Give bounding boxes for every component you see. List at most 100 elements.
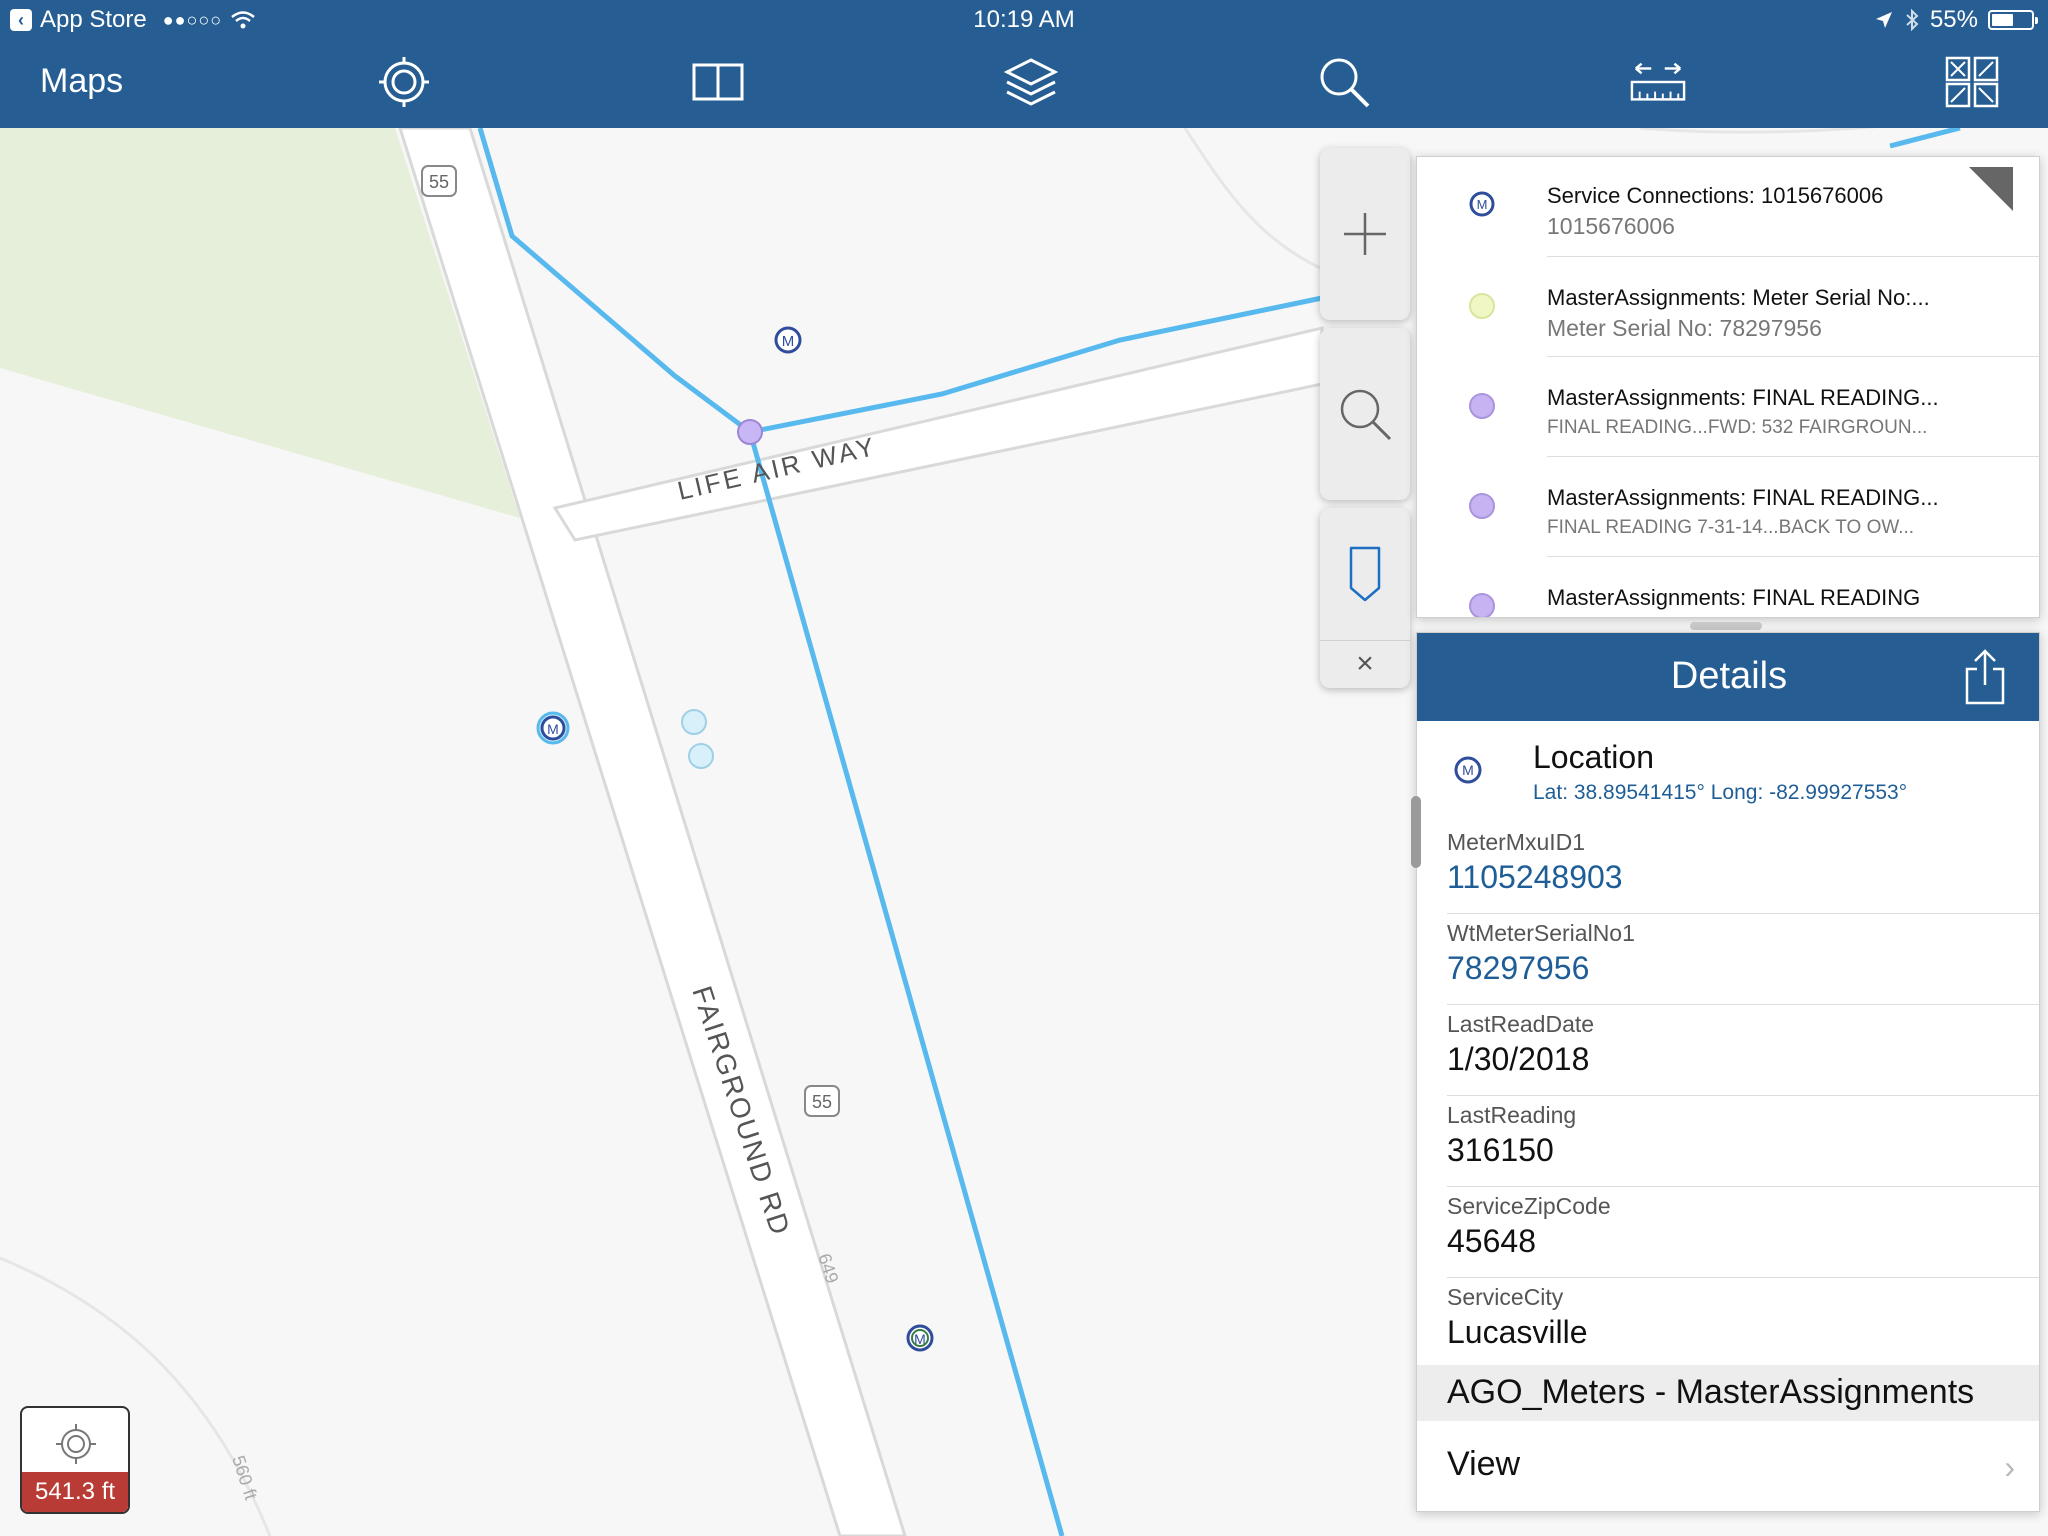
bookmark-book-icon[interactable] <box>690 54 746 110</box>
location-title: Location <box>1533 739 1654 775</box>
meter-icon: M <box>1454 756 1482 784</box>
search-icon[interactable] <box>1316 54 1372 110</box>
assignment-point <box>737 419 763 445</box>
attribute-field: WtMeterSerialNo1 78297956 <box>1417 914 2039 1005</box>
details-title: Details <box>1670 655 1788 697</box>
attribute-field: LastReading 316150 <box>1417 1096 2039 1187</box>
locate-icon[interactable] <box>376 54 432 110</box>
meter-marker: M <box>906 1324 934 1352</box>
fairground-road <box>398 128 907 1536</box>
zoom-in-button[interactable] <box>1320 148 1410 320</box>
status-bar: ‹ App Store ●●○○○ 10:19 AM 55% <box>0 0 2048 40</box>
field-label: ServiceZipCode <box>1447 1193 1611 1219</box>
layers-icon[interactable] <box>1003 54 1059 110</box>
circle-symbol-icon <box>1469 293 1495 319</box>
result-title: MasterAssignments: FINAL READING... <box>1547 385 1939 410</box>
result-item[interactable]: MasterAssignments: FINAL READING... FINA… <box>1417 357 2039 457</box>
selected-corner-marker <box>1969 167 2013 211</box>
route-shield-55: 55 <box>804 1085 840 1117</box>
location-arrow-icon <box>1875 12 1892 28</box>
attribute-field: ServiceCity Lucasville <box>1417 1278 2039 1369</box>
field-value: 1/30/2018 <box>1447 1041 1590 1077</box>
result-subtitle: FINAL READING 7-31-14...BACK TO OW... <box>1547 517 1915 538</box>
details-header: Details <box>1417 633 2039 721</box>
contour-line <box>1183 128 1321 270</box>
svg-text:M: M <box>914 1331 926 1347</box>
svg-text:M: M <box>547 721 559 737</box>
result-subtitle: Meter Serial No: 78297956 <box>1547 315 1822 341</box>
circle-symbol-icon <box>1469 493 1495 519</box>
meter-marker: M <box>774 326 802 354</box>
field-label: LastReading <box>1447 1102 1577 1128</box>
assignment-point <box>688 743 714 769</box>
meter-marker-selected: M <box>536 711 570 745</box>
circle-symbol-icon <box>1469 393 1495 419</box>
battery-icon <box>1988 10 2038 30</box>
field-value-link[interactable]: 1105248903 <box>1447 859 1623 896</box>
chevron-right-icon: › <box>2004 1449 2015 1485</box>
crosshair-icon <box>56 1424 96 1464</box>
close-pin-button[interactable]: × <box>1320 640 1410 686</box>
plus-icon <box>1344 213 1386 255</box>
field-value-link[interactable]: 78297956 <box>1447 950 1589 987</box>
field-label: MeterMxuID1 <box>1447 829 1586 855</box>
assignment-point <box>681 709 707 735</box>
top-bar: ‹ App Store ●●○○○ 10:19 AM 55% Maps <box>0 0 2048 128</box>
svg-text:55: 55 <box>812 1092 832 1112</box>
svg-text:55: 55 <box>429 172 449 192</box>
identify-search-button[interactable] <box>1320 328 1410 500</box>
identify-results-list[interactable]: M Service Connections: 1015676006 101567… <box>1416 156 2040 618</box>
field-label: ServiceCity <box>1447 1284 1564 1310</box>
scale-value: 541.3 ft <box>22 1472 128 1512</box>
field-value: Lucasville <box>1447 1314 1588 1350</box>
water-line <box>1889 128 1961 149</box>
result-item[interactable]: MasterAssignments: FINAL READING... FINA… <box>1417 457 2039 557</box>
svg-text:M: M <box>1477 197 1488 212</box>
result-title: MasterAssignments: FINAL READING... <box>1547 485 1939 510</box>
details-scroll-indicator[interactable] <box>1411 796 1421 868</box>
pin-tool: × <box>1320 508 1410 688</box>
offline-area-icon[interactable] <box>1944 54 2000 110</box>
related-section-title: AGO_Meters - MasterAssignments <box>1447 1373 1975 1411</box>
life-air-way-road <box>552 326 1324 542</box>
drop-pin-button[interactable] <box>1320 508 1410 640</box>
result-item[interactable]: M Service Connections: 1015676006 101567… <box>1417 157 2039 257</box>
battery-percent: 55% <box>1929 6 1978 33</box>
related-section-header: AGO_Meters - MasterAssignments <box>1417 1365 2039 1421</box>
field-value: 316150 <box>1447 1132 1554 1168</box>
contour-line <box>1639 128 1878 134</box>
measure-icon[interactable] <box>1630 54 1686 110</box>
result-title: MasterAssignments: Meter Serial No:... <box>1547 285 1930 310</box>
share-icon <box>1965 649 2005 705</box>
circle-symbol-icon <box>1469 593 1495 617</box>
pin-icon <box>1349 546 1381 602</box>
attribute-field: MeterMxuID1 1105248903 <box>1417 823 2039 914</box>
result-subtitle: 1015676006 <box>1547 213 1675 239</box>
attribute-field: LastReadDate 1/30/2018 <box>1417 1005 2039 1096</box>
view-label: View <box>1447 1445 1521 1483</box>
field-label: LastReadDate <box>1447 1011 1595 1037</box>
status-right: 55% <box>1874 6 2038 34</box>
result-subtitle: FINAL READING...FWD: 532 FAIRGROUN... <box>1547 417 1928 438</box>
svg-text:M: M <box>1462 762 1474 778</box>
view-related-button[interactable]: View › <box>1417 1421 2039 1509</box>
svg-text:M: M <box>782 333 795 350</box>
share-button[interactable] <box>1963 647 2007 707</box>
panel-drag-handle[interactable] <box>1690 622 1762 630</box>
meter-icon: M <box>1469 191 1495 217</box>
magnifier-icon <box>1340 389 1392 441</box>
contour-label: 560 ft <box>228 1453 261 1502</box>
bluetooth-icon <box>1906 8 1919 32</box>
route-shield-55: 55 <box>421 165 457 197</box>
result-item[interactable]: MasterAssignments: FINAL READING <box>1417 557 2039 617</box>
scale-widget[interactable]: 541.3 ft <box>20 1406 130 1514</box>
location-coordinates[interactable]: Lat: 38.89541415° Long: -82.99927553° <box>1533 781 1907 805</box>
result-title: Service Connections: 1015676006 <box>1547 183 1884 208</box>
attribute-field: ServiceZipCode 45648 <box>1417 1187 2039 1278</box>
close-icon: × <box>1356 646 1374 680</box>
result-item[interactable]: MasterAssignments: Meter Serial No:... M… <box>1417 257 2039 357</box>
field-value: 45648 <box>1447 1223 1536 1259</box>
app-title: Maps <box>40 62 124 100</box>
clock: 10:19 AM <box>973 6 1075 33</box>
details-panel: Details M Location Lat: 38.89541415° Lon… <box>1416 632 2040 1512</box>
